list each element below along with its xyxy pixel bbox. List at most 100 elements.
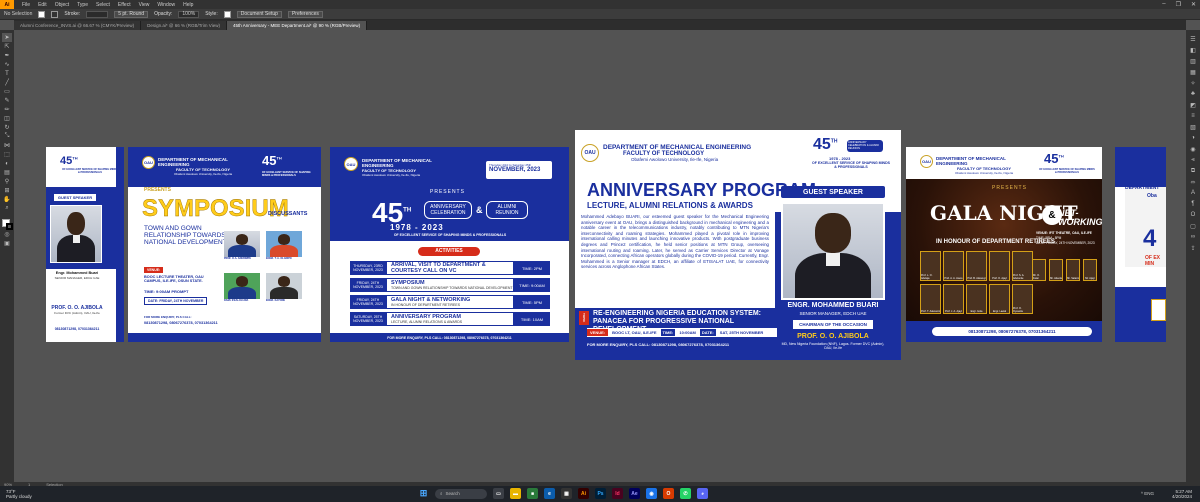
store-icon[interactable]: ▦ xyxy=(561,488,572,499)
menu-edit[interactable]: Edit xyxy=(38,2,47,8)
free-transform-tool-icon[interactable]: ⬚ xyxy=(2,150,12,159)
alumni-reunion-pill: ALUMNI REUNION xyxy=(486,201,528,219)
eyedropper-tool-icon[interactable]: ⚲ xyxy=(2,177,12,186)
discussants-label: DISCUSSANTS xyxy=(268,211,308,217)
type-tool-icon[interactable]: T xyxy=(2,69,12,78)
task-view-icon[interactable]: ▭ xyxy=(493,488,504,499)
opentype-panel-icon[interactable]: O xyxy=(1188,210,1198,220)
stroke-panel-icon[interactable]: ≡ xyxy=(1188,111,1198,121)
direct-selection-tool-icon[interactable]: ⇱ xyxy=(2,42,12,51)
line-tool-icon[interactable]: ╱ xyxy=(2,78,12,87)
swatches-panel-icon[interactable]: ▦ xyxy=(1188,67,1198,77)
indesign-icon[interactable]: Id xyxy=(612,488,623,499)
appearance-panel-icon[interactable]: ◉ xyxy=(1188,144,1198,154)
curvature-tool-icon[interactable]: ∿ xyxy=(2,60,12,69)
character-panel-icon[interactable]: A xyxy=(1188,188,1198,198)
pathfinder-panel-icon[interactable]: ⧉ xyxy=(1188,166,1198,176)
menu-object[interactable]: Object xyxy=(55,2,69,8)
minimize-icon[interactable]: – xyxy=(1162,1,1165,8)
stroke-swatch[interactable] xyxy=(51,10,59,18)
gradient-tool-icon[interactable]: ▤ xyxy=(2,168,12,177)
menu-view[interactable]: View xyxy=(139,2,150,8)
paragraph-panel-icon[interactable]: ¶ xyxy=(1188,199,1198,209)
artboards-panel-icon[interactable]: ▢ xyxy=(1188,221,1198,231)
illustrator-icon[interactable]: Ai xyxy=(578,488,589,499)
symposium-title: SYMPOSIUM xyxy=(142,195,289,222)
properties-panel-icon[interactable]: ☰ xyxy=(1188,34,1198,44)
style-label: Style: xyxy=(205,11,218,17)
shape-builder-tool-icon[interactable]: ◐ xyxy=(2,159,12,168)
whatsapp-icon[interactable]: ✆ xyxy=(680,488,691,499)
stroke-weight-field[interactable] xyxy=(86,10,109,18)
layers-panel-icon[interactable]: ◧ xyxy=(1188,45,1198,55)
maximize-icon[interactable]: ❐ xyxy=(1176,1,1181,8)
taskbar-search[interactable]: ⌕ Search xyxy=(435,488,487,499)
width-tool-icon[interactable]: ⋈ xyxy=(2,141,12,150)
brush-style-button[interactable]: 5 pt. Round xyxy=(114,10,149,18)
zoom-tool-icon[interactable]: ⌕ xyxy=(2,204,12,213)
illustrator-logo[interactable]: Ai xyxy=(0,0,14,9)
fill-stroke-widget[interactable] xyxy=(1,219,13,230)
opacity-field[interactable]: 100% xyxy=(178,10,200,18)
align-panel-icon[interactable]: ⫷ xyxy=(1188,155,1198,165)
artboard-gala-night[interactable]: OAU DEPARTMENT OF MECHANICAL ENGINEERING… xyxy=(906,147,1102,342)
graphic-style-swatch[interactable] xyxy=(223,10,231,18)
pencil-tool-icon[interactable]: ✏ xyxy=(2,105,12,114)
hand-tool-icon[interactable]: ✋ xyxy=(2,195,12,204)
scale-tool-icon[interactable]: ⤡ xyxy=(2,132,12,141)
menu-effect[interactable]: Effect xyxy=(118,2,131,8)
artboard-partial-right[interactable]: DEPARTMENT Oba 4 OF EX MIN xyxy=(1115,147,1166,342)
artboard-activities[interactable]: OAU DEPARTMENT OF MECHANICAL ENGINEERING… xyxy=(330,147,569,342)
menu-help[interactable]: Help xyxy=(183,2,193,8)
edge-icon[interactable]: e xyxy=(544,488,555,499)
enquiry-line: FOR MORE ENQUIRY, PLS CALL: 08130871298,… xyxy=(587,342,730,347)
menu-window[interactable]: Window xyxy=(157,2,175,8)
artboard-tool-icon[interactable]: ⊞ xyxy=(2,186,12,195)
tab-alumni-conference[interactable]: Alumni Conference_INVS.ai @ 66.67 % (CMY… xyxy=(14,21,142,30)
tab-45th-anniversary[interactable]: 45th Anniversary - MEE Department.ai* @ … xyxy=(226,21,368,30)
libraries-panel-icon[interactable]: ▥ xyxy=(1188,56,1198,66)
chairman-label: CHAIRMAN OF THE OCCASION xyxy=(793,320,873,329)
honorees-grid: Prof. L. O. Adelaja Prof. A. A. Asere Pr… xyxy=(920,251,1033,314)
symbols-panel-icon[interactable]: ♣ xyxy=(1188,89,1198,99)
file-explorer-icon[interactable]: ▬ xyxy=(510,488,521,499)
document-setup-button[interactable]: Document Setup xyxy=(236,10,282,18)
discussant-card: PROF. O.A. ADEBIMPE xyxy=(224,231,262,269)
system-tray[interactable]: ^ ENG xyxy=(1141,491,1154,496)
draw-mode-icon[interactable]: ◎ xyxy=(2,230,12,239)
transparency-panel-icon[interactable]: ◑ xyxy=(1188,133,1198,143)
menu-select[interactable]: Select xyxy=(96,2,110,8)
rectangle-tool-icon[interactable]: ▭ xyxy=(2,87,12,96)
graphic-styles-panel-icon[interactable]: ◩ xyxy=(1188,100,1198,110)
links-panel-icon[interactable]: ∞ xyxy=(1188,232,1198,242)
asset-export-panel-icon[interactable]: ⇪ xyxy=(1188,243,1198,253)
app-icon[interactable]: ■ xyxy=(527,488,538,499)
close-icon[interactable]: ✕ xyxy=(1191,1,1196,8)
paintbrush-tool-icon[interactable]: ✎ xyxy=(2,96,12,105)
artboard-symposium[interactable]: OAU DEPARTMENT OF MECHANICAL ENGINEERING… xyxy=(128,147,321,342)
screen-mode-icon[interactable]: ▣ xyxy=(2,239,12,248)
artboard-guest-speaker-partial[interactable]: 45TH OF EXCELLENT SERVICE OF SHAPING MIN… xyxy=(46,147,124,342)
after-effects-icon[interactable]: Ae xyxy=(629,488,640,499)
preferences-button[interactable]: Preferences xyxy=(287,10,323,18)
transform-panel-icon[interactable]: ⬄ xyxy=(1188,177,1198,187)
windows-start-icon[interactable]: ⊞ xyxy=(418,488,429,499)
discord-icon[interactable]: ◕ xyxy=(697,488,708,499)
gradient-panel-icon[interactable]: ▧ xyxy=(1188,122,1198,132)
brushes-panel-icon[interactable]: ✧ xyxy=(1188,78,1198,88)
menu-file[interactable]: File xyxy=(22,2,30,8)
menu-type[interactable]: Type xyxy=(77,2,88,8)
office-icon[interactable]: O xyxy=(663,488,674,499)
clock[interactable]: 5:27 AM 4/20/2024 xyxy=(1172,489,1192,499)
pen-tool-icon[interactable]: ✒ xyxy=(2,51,12,60)
eraser-tool-icon[interactable]: ◫ xyxy=(2,114,12,123)
artboard-anniversary-program[interactable]: OAU DEPARTMENT OF MECHANICAL ENGINEERING… xyxy=(575,130,901,360)
tab-design[interactable]: Design.ai* @ 66 % (RGB/Trim View) xyxy=(141,21,227,30)
time-text: TIME: 9:00AM PROMPT xyxy=(144,289,189,294)
rotate-tool-icon[interactable]: ↻ xyxy=(2,123,12,132)
weather-widget[interactable]: 73°F Partly cloudy xyxy=(6,489,32,499)
photoshop-icon[interactable]: Ps xyxy=(595,488,606,499)
selection-tool-icon[interactable]: ➤ xyxy=(2,33,12,42)
chrome-icon[interactable]: ◉ xyxy=(646,488,657,499)
fill-swatch[interactable] xyxy=(38,10,46,18)
